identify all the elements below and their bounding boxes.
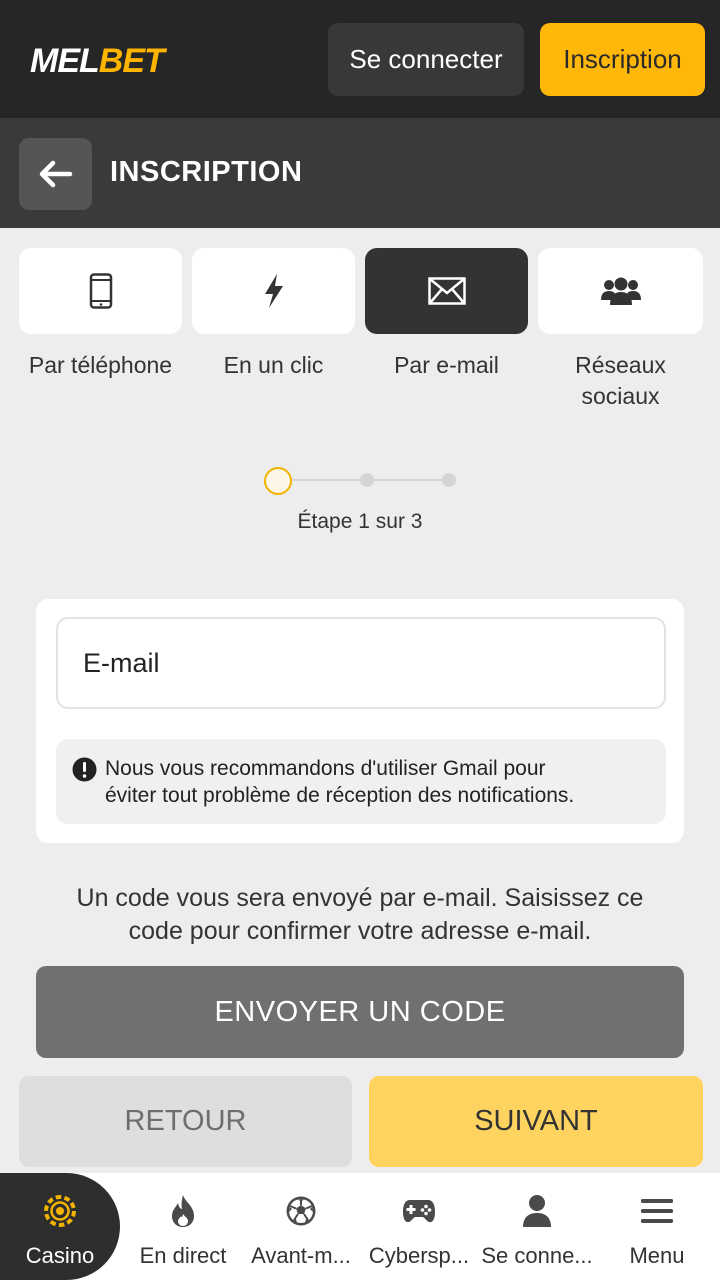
nav-item-cybersport[interactable]: Cybersp... — [360, 1173, 478, 1280]
gamepad-icon — [403, 1200, 435, 1223]
back-button[interactable]: RETOUR — [19, 1076, 352, 1167]
notice-line-2: éviter tout problème de réception des no… — [105, 784, 575, 807]
tab-one-click-label: En un clic — [223, 352, 324, 378]
step-dot-2 — [360, 473, 374, 487]
lightning-icon — [264, 274, 283, 308]
title-bar: INSCRIPTION — [0, 118, 720, 228]
phone-icon — [89, 273, 112, 309]
nav-item-menu[interactable]: Menu — [598, 1173, 716, 1280]
logo-text-mel: MEL — [30, 42, 100, 80]
notice-text: Nous vous recommandons d'utiliser Gmail … — [105, 755, 655, 809]
tab-social-label-line1: Réseaux — [575, 352, 666, 378]
tab-social-label-line2: sociaux — [581, 383, 660, 409]
melbet-logo[interactable]: MELBET — [30, 42, 165, 81]
nav-item-casino[interactable]: Casino — [0, 1173, 120, 1280]
tab-phone[interactable] — [19, 248, 182, 334]
step-counter-text: Étape 1 sur 3 — [297, 510, 423, 533]
tab-social[interactable] — [538, 248, 703, 334]
code-info-text: Un code vous sera envoyé par e-mail. Sai… — [40, 882, 680, 948]
nav-item-prematch[interactable]: Avant-m... — [242, 1173, 360, 1280]
casino-chip-icon — [44, 1195, 76, 1227]
tab-phone-label: Par téléphone — [28, 352, 173, 378]
tab-email-label: Par e-mail — [394, 352, 499, 378]
step-dot-3 — [442, 473, 456, 487]
send-code-button[interactable]: ENVOYER UN CODE — [36, 966, 684, 1058]
nav-label-login: Se conne... — [481, 1243, 593, 1268]
tab-one-click[interactable] — [192, 248, 355, 334]
soccer-ball-icon — [286, 1196, 316, 1226]
tab-email[interactable] — [365, 248, 528, 334]
hamburger-menu-icon — [641, 1199, 673, 1223]
arrow-left-icon — [39, 160, 72, 188]
flame-icon — [172, 1195, 194, 1227]
logo-text-bet: BET — [98, 42, 165, 80]
users-icon — [600, 277, 641, 305]
nav-label-menu: Menu — [629, 1243, 685, 1268]
notice-line-1: Nous vous recommandons d'utiliser Gmail … — [105, 757, 546, 780]
nav-label-cybersport: Cybersp... — [368, 1243, 470, 1268]
bottom-navigation: Casino En direct Avant-m... Cybersp... S… — [0, 1173, 720, 1280]
signup-button[interactable]: Inscription — [540, 23, 705, 96]
top-bar: MELBET Se connecter Inscription — [0, 0, 720, 118]
tab-social-label: Réseaux sociaux — [538, 350, 703, 412]
email-form-card: Nous vous recommandons d'utiliser Gmail … — [36, 599, 684, 843]
nav-label-live: En direct — [139, 1243, 227, 1268]
envelope-icon — [427, 277, 466, 305]
nav-label-prematch: Avant-m... — [251, 1243, 351, 1268]
step-progress — [264, 466, 464, 496]
email-field[interactable] — [56, 617, 666, 709]
code-info-line-1: Un code vous sera envoyé par e-mail. Sai… — [76, 884, 644, 912]
nav-item-live[interactable]: En direct — [124, 1173, 242, 1280]
gmail-notice: Nous vous recommandons d'utiliser Gmail … — [56, 739, 666, 824]
code-info-line-2: code pour confirmer votre adresse e-mail… — [128, 917, 592, 945]
step-dot-current — [264, 467, 292, 495]
exclamation-circle-icon — [72, 757, 97, 782]
user-icon — [523, 1195, 551, 1227]
next-button[interactable]: SUIVANT — [369, 1076, 703, 1167]
page-title: INSCRIPTION — [110, 156, 303, 188]
login-button[interactable]: Se connecter — [328, 23, 524, 96]
back-arrow-button[interactable] — [19, 138, 92, 210]
nav-label-casino: Casino — [25, 1243, 95, 1268]
nav-item-login[interactable]: Se conne... — [478, 1173, 596, 1280]
